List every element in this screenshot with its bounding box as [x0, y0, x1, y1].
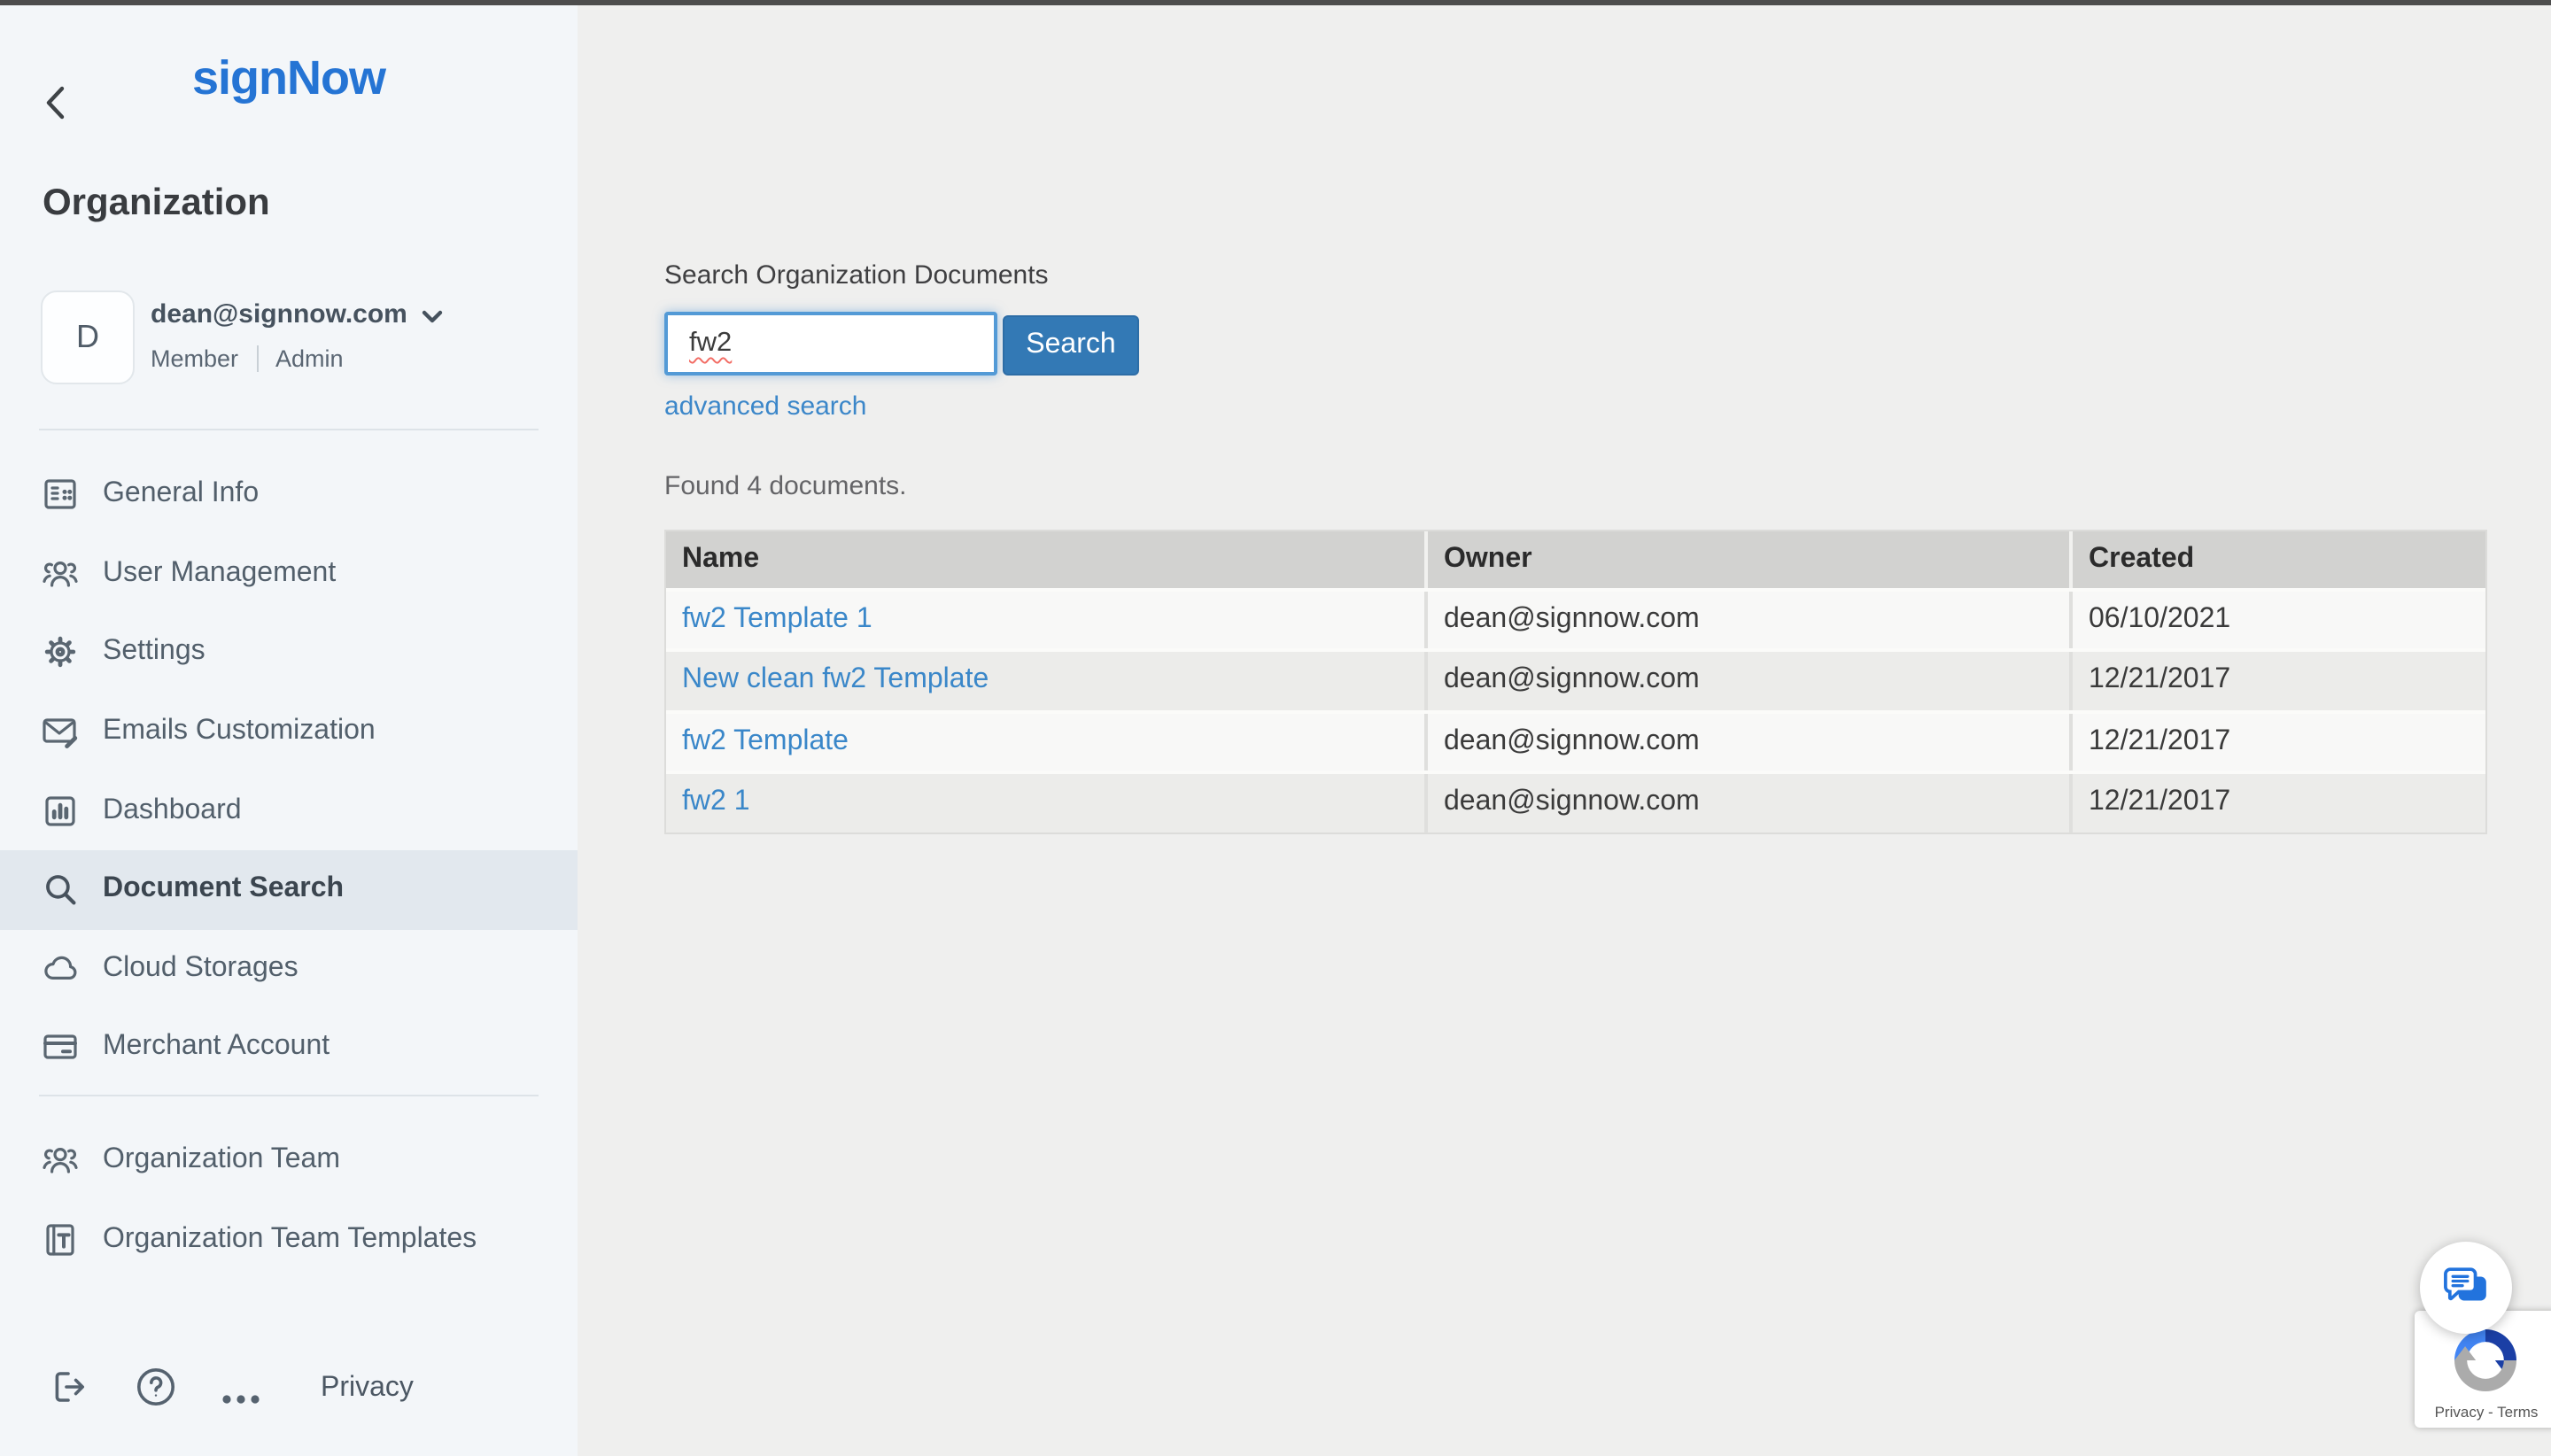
sidebar-item-user-management[interactable]: User Management — [0, 534, 578, 613]
sidebar-item-dashboard[interactable]: Dashboard — [0, 771, 578, 850]
chat-widget-button[interactable] — [2420, 1242, 2512, 1334]
sidebar-item-label: Merchant Account — [103, 1031, 330, 1062]
envelope-brush-icon — [41, 712, 80, 751]
account-email: dean@signnow.com — [151, 299, 407, 329]
column-header-name: Name — [682, 544, 760, 574]
column-header-created: Created — [2069, 531, 2485, 588]
signnow-logo: signNow — [192, 51, 386, 105]
help-button[interactable] — [135, 1366, 177, 1417]
app-window: signNow Organization D dean@signnow.com … — [0, 0, 2551, 1456]
table-row: fw2 1 dean@signnow.com 12/21/2017 — [666, 771, 2485, 833]
table-header-row: Name Owner Created — [666, 531, 2485, 588]
document-link[interactable]: New clean fw2 Template — [682, 665, 989, 695]
created-cell: 12/21/2017 — [2069, 774, 2485, 833]
advanced-search-link[interactable]: advanced search — [664, 391, 867, 422]
sidebar: signNow Organization D dean@signnow.com … — [0, 0, 578, 1456]
search-icon — [41, 871, 80, 910]
sidebar-item-label: Document Search — [103, 873, 345, 904]
documents-table: Name Owner Created fw2 Template 1 dean@s… — [664, 530, 2487, 834]
sidebar-item-organization-team-templates[interactable]: Organization Team Templates — [0, 1200, 578, 1279]
chat-bubbles-icon — [2443, 1266, 2485, 1300]
question-circle-icon — [136, 1367, 175, 1406]
owner-cell: dean@signnow.com — [1424, 774, 2069, 833]
sidebar-item-label: Organization Team Templates — [103, 1223, 477, 1254]
users-icon — [41, 554, 80, 593]
sidebar-item-settings[interactable]: Settings — [0, 613, 578, 692]
owner-cell: dean@signnow.com — [1424, 713, 2069, 771]
avatar: D — [41, 290, 135, 384]
bar-chart-icon — [41, 791, 80, 830]
recaptcha-icon — [2454, 1329, 2516, 1391]
created-cell: 12/21/2017 — [2069, 652, 2485, 710]
sidebar-item-label: Emails Customization — [103, 716, 376, 747]
page-title: Organization — [43, 182, 270, 223]
recaptcha-privacy-terms[interactable]: Privacy - Terms — [2415, 1403, 2551, 1421]
sidebar-item-label: Organization Team — [103, 1144, 340, 1175]
owner-cell: dean@signnow.com — [1424, 592, 2069, 649]
sidebar-item-label: General Info — [103, 478, 260, 509]
table-row: New clean fw2 Template dean@signnow.com … — [666, 648, 2485, 710]
role-divider — [256, 345, 259, 372]
role-admin[interactable]: Admin — [275, 344, 344, 374]
sidebar-footer: Privacy — [0, 1355, 578, 1426]
search-input-value: fw2 — [689, 328, 733, 358]
owner-cell: dean@signnow.com — [1424, 652, 2069, 710]
table-row: fw2 Template 1 dean@signnow.com 06/10/20… — [666, 588, 2485, 649]
column-header-owner: Owner — [1424, 531, 2069, 588]
sidebar-divider — [39, 1095, 539, 1096]
privacy-link[interactable]: Privacy — [321, 1371, 414, 1405]
gear-icon — [41, 633, 80, 672]
ellipsis-icon — [222, 1395, 260, 1404]
more-options-button[interactable] — [221, 1382, 260, 1413]
sidebar-nav-primary: General Info User Management Settings Em… — [0, 455, 578, 1088]
document-link[interactable]: fw2 Template — [682, 726, 849, 756]
search-section-label: Search Organization Documents — [664, 260, 1049, 290]
template-icon — [41, 1220, 80, 1259]
sidebar-item-cloud-storages[interactable]: Cloud Storages — [0, 929, 578, 1008]
sidebar-item-label: Dashboard — [103, 794, 242, 825]
cloud-icon — [41, 949, 80, 988]
building-icon — [41, 476, 80, 515]
account-menu[interactable]: dean@signnow.com — [151, 299, 443, 331]
chevron-down-icon — [422, 310, 443, 323]
sidebar-item-label: User Management — [103, 557, 337, 588]
search-button[interactable]: Search — [1003, 315, 1139, 376]
role-member[interactable]: Member — [151, 344, 238, 374]
sidebar-item-label: Settings — [103, 636, 205, 667]
table-body: fw2 Template 1 dean@signnow.com 06/10/20… — [666, 588, 2485, 833]
search-input[interactable]: fw2 — [664, 312, 997, 376]
sidebar-nav-secondary: Organization Team Organization Team Temp… — [0, 1121, 578, 1279]
account-roles: Member Admin — [151, 344, 344, 374]
credit-card-icon — [41, 1028, 80, 1067]
avatar-letter: D — [76, 319, 99, 354]
sidebar-divider — [39, 429, 539, 430]
sidebar-item-organization-team[interactable]: Organization Team — [0, 1121, 578, 1200]
logout-button[interactable] — [50, 1367, 89, 1415]
created-cell: 06/10/2021 — [2069, 592, 2485, 649]
sidebar-item-label: Cloud Storages — [103, 952, 299, 983]
results-summary: Found 4 documents. — [664, 471, 907, 501]
document-link[interactable]: fw2 1 — [682, 786, 750, 817]
created-cell: 12/21/2017 — [2069, 713, 2485, 771]
sidebar-item-merchant-account[interactable]: Merchant Account — [0, 1008, 578, 1087]
sidebar-item-document-search[interactable]: Document Search — [0, 849, 578, 930]
main-content: Search Organization Documents fw2 Search… — [578, 0, 2551, 1456]
table-row: fw2 Template dean@signnow.com 12/21/2017 — [666, 709, 2485, 771]
document-link[interactable]: fw2 Template 1 — [682, 604, 872, 634]
logout-icon — [55, 1372, 84, 1402]
sidebar-item-emails-customization[interactable]: Emails Customization — [0, 693, 578, 771]
window-top-edge — [0, 0, 2551, 5]
sidebar-item-general-info[interactable]: General Info — [0, 455, 578, 534]
users-icon — [41, 1142, 80, 1181]
